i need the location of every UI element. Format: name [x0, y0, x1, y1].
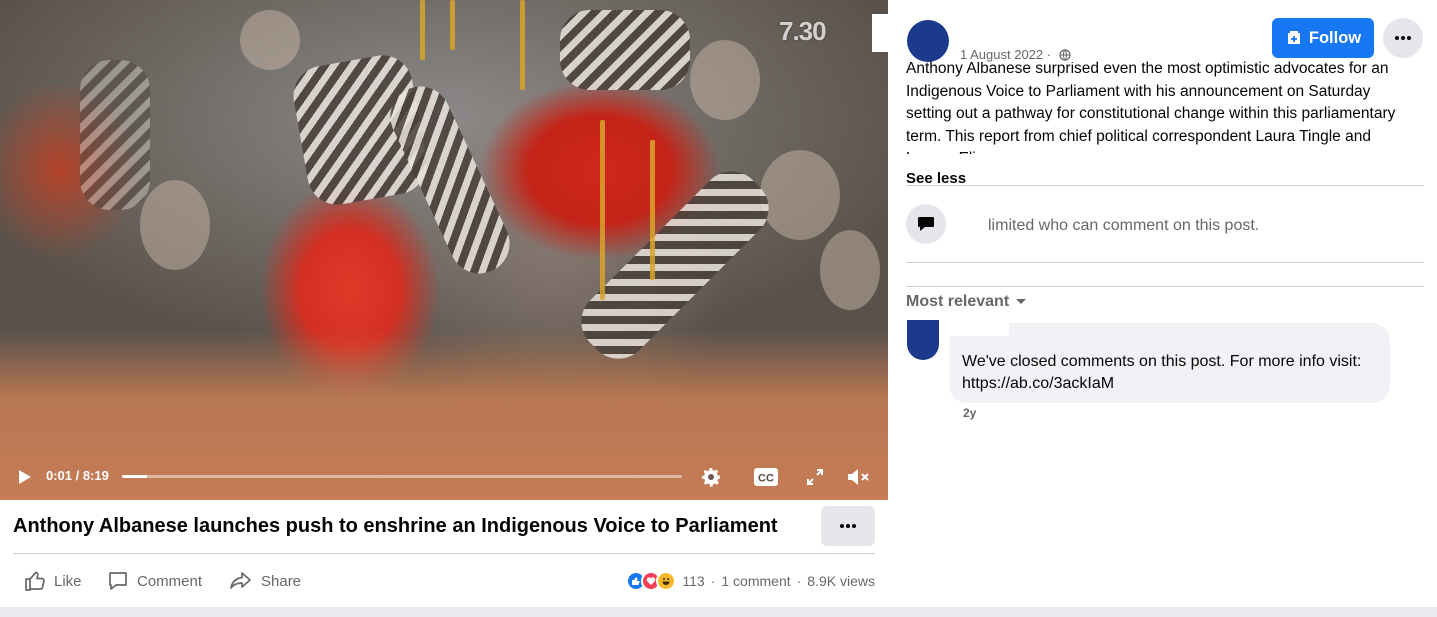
- follow-label: Follow: [1308, 28, 1362, 47]
- video-title[interactable]: Anthony Albanese launches push to enshri…: [13, 515, 803, 538]
- comment-text: We've closed comments on this post. For …: [962, 353, 1362, 392]
- post-date-text: 1 August 2022 ·: [960, 47, 1052, 62]
- crowd-figure: [140, 180, 210, 270]
- headdress: [420, 0, 425, 60]
- comment-limit-text: limited who can comment on this post.: [986, 217, 1260, 235]
- ellipsis-icon: [840, 524, 856, 528]
- comment-bubble: We've closed comments on this post. For …: [949, 323, 1390, 403]
- post-more-button[interactable]: [1383, 18, 1423, 58]
- action-bar: Like Comment Share 113 · 1 comment · 8.9: [0, 563, 888, 599]
- commenter-name-redaction: [949, 318, 1009, 336]
- globe-icon: [1059, 49, 1071, 61]
- share-icon: [230, 572, 251, 589]
- divider: [906, 262, 1424, 263]
- share-label: Share: [261, 572, 302, 590]
- separator: ·: [710, 573, 716, 589]
- like-button[interactable]: Like: [24, 567, 82, 595]
- comment-count[interactable]: 1 comment: [721, 573, 790, 589]
- divider: [13, 553, 875, 554]
- video-player[interactable]: 7.30 0:01 / 8:19 CC: [0, 0, 888, 500]
- reaction-count[interactable]: 113: [682, 573, 704, 589]
- title-more-button[interactable]: [821, 506, 875, 546]
- progress-fill: [122, 475, 148, 478]
- play-icon: [19, 470, 31, 484]
- follow-page-icon: [1287, 31, 1300, 44]
- post-stats: 113 · 1 comment · 8.9K views: [626, 571, 875, 591]
- separator: ·: [796, 573, 802, 589]
- video-title-row: Anthony Albanese launches push to enshri…: [0, 500, 888, 555]
- avatar[interactable]: [907, 20, 949, 62]
- crowd-figure: [240, 10, 300, 70]
- comment-label: Comment: [137, 572, 203, 590]
- fullscreen-button[interactable]: [804, 466, 826, 488]
- commenter-avatar[interactable]: [907, 320, 939, 360]
- bottom-divider: [0, 607, 1437, 617]
- sort-label: Most relevant: [906, 293, 1010, 310]
- comment-icon: [109, 572, 127, 590]
- comment-limit-icon-wrapper: [906, 204, 946, 244]
- thumbs-up-icon: [25, 571, 45, 591]
- comment-sort-dropdown[interactable]: Most relevant: [906, 293, 1027, 311]
- settings-button[interactable]: [698, 464, 724, 490]
- ellipsis-icon: [1395, 36, 1411, 40]
- tassel: [600, 120, 605, 300]
- view-count: 8.9K views: [807, 573, 875, 589]
- post-text: Anthony Albanese surprised even the most…: [906, 60, 1396, 154]
- watermark-logo: 7.30: [779, 16, 827, 46]
- share-button[interactable]: Share: [229, 567, 301, 595]
- comment-timestamp[interactable]: 2y: [963, 406, 976, 420]
- reaction-icons[interactable]: [626, 571, 677, 591]
- overlay-box: [872, 14, 888, 52]
- time-display: 0:01 / 8:19: [46, 468, 109, 483]
- post-details-panel: Anthony Albanese surprised even the most…: [888, 0, 1437, 607]
- dancer-torso: [560, 10, 690, 90]
- crowd-figure: [760, 150, 840, 240]
- dancer-left: [80, 60, 150, 210]
- headdress: [520, 0, 525, 90]
- fullscreen-icon: [807, 469, 823, 485]
- divider: [906, 185, 1424, 186]
- crowd-figure: [690, 40, 760, 120]
- progress-bar[interactable]: [122, 475, 682, 478]
- tassel: [650, 140, 655, 280]
- like-label: Like: [54, 572, 82, 590]
- comment-button[interactable]: Comment: [107, 567, 202, 595]
- closed-captions-icon: CC: [754, 468, 778, 486]
- speech-bubble-icon: [918, 217, 934, 231]
- muted-volume-icon: [848, 469, 869, 485]
- play-button[interactable]: [12, 465, 36, 489]
- chevron-down-icon: [1016, 299, 1027, 304]
- divider: [906, 286, 1424, 287]
- video-controls: 0:01 / 8:19 CC: [0, 455, 888, 500]
- follow-button[interactable]: Follow: [1272, 18, 1374, 58]
- svg-text:CC: CC: [758, 473, 774, 485]
- headdress: [450, 0, 455, 50]
- volume-button[interactable]: [846, 465, 872, 489]
- captions-button[interactable]: CC: [753, 466, 779, 488]
- post-date[interactable]: 1 August 2022 ·: [960, 47, 1075, 62]
- crowd-figure: [820, 230, 880, 310]
- gear-icon: [702, 468, 720, 487]
- haha-reaction-icon: [656, 571, 677, 591]
